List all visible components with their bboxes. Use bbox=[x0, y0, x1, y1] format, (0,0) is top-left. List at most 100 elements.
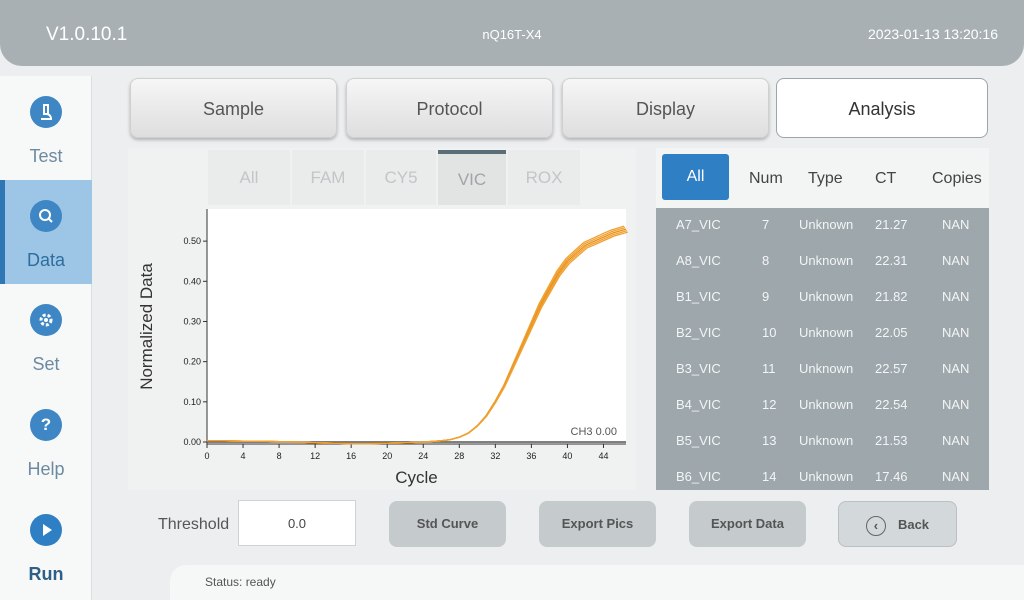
x-tick-label: 20 bbox=[382, 451, 392, 461]
tab-analysis[interactable]: Analysis bbox=[776, 78, 988, 138]
cell-num: 10 bbox=[762, 325, 777, 340]
x-tick-label: 16 bbox=[346, 451, 356, 461]
channel-tab-vic[interactable]: VIC bbox=[438, 150, 506, 205]
cell-copies: NAN bbox=[942, 253, 970, 268]
export-pics-button[interactable]: Export Pics bbox=[539, 501, 656, 547]
cell-type: Unknown bbox=[799, 217, 854, 232]
cell-type: Unknown bbox=[799, 253, 854, 268]
cell-name: B5_VIC bbox=[676, 433, 721, 448]
sidebar-item-label: Data bbox=[26, 250, 66, 270]
y-axis-label: Normalized Data bbox=[137, 263, 156, 390]
cell-type: Unknown bbox=[799, 397, 854, 412]
play-icon bbox=[30, 514, 62, 546]
tab-display[interactable]: Display bbox=[562, 78, 769, 138]
sidebar: Test Data Set ? Help Run bbox=[0, 76, 92, 600]
cell-num: 9 bbox=[762, 289, 770, 304]
x-axis-label: Cycle bbox=[395, 468, 438, 487]
table-row[interactable]: B3_VIC 11 Unknown 22.57 NAN bbox=[656, 352, 989, 388]
microscope-icon bbox=[30, 96, 62, 128]
cell-ct: 22.54 bbox=[875, 397, 908, 412]
cell-copies: NAN bbox=[942, 217, 970, 232]
cell-copies: NAN bbox=[942, 469, 970, 484]
table-row[interactable]: B4_VIC 12 Unknown 22.54 NAN bbox=[656, 388, 989, 424]
cell-name: B2_VIC bbox=[676, 325, 721, 340]
cell-name: A8_VIC bbox=[676, 253, 721, 268]
x-tick-label: 40 bbox=[562, 451, 572, 461]
y-tick-label: 0.40 bbox=[183, 276, 201, 286]
tab-sample[interactable]: Sample bbox=[130, 78, 337, 138]
sidebar-item-help[interactable]: ? Help bbox=[0, 389, 92, 493]
cell-copies: NAN bbox=[942, 289, 970, 304]
cell-ct: 21.82 bbox=[875, 289, 908, 304]
back-button[interactable]: ‹ Back bbox=[838, 501, 957, 547]
x-tick-label: 44 bbox=[598, 451, 608, 461]
cell-num: 8 bbox=[762, 253, 770, 268]
sidebar-item-set[interactable]: Set bbox=[0, 284, 92, 388]
select-all-button[interactable]: All bbox=[662, 154, 729, 200]
table-row[interactable]: B2_VIC 10 Unknown 22.05 NAN bbox=[656, 316, 989, 352]
cell-type: Unknown bbox=[799, 361, 854, 376]
cell-type: Unknown bbox=[799, 325, 854, 340]
column-header-type: Type bbox=[808, 170, 843, 187]
cell-num: 13 bbox=[762, 433, 777, 448]
table-row[interactable]: B5_VIC 13 Unknown 21.53 NAN bbox=[656, 424, 989, 460]
std-curve-button[interactable]: Std Curve bbox=[389, 501, 506, 547]
cell-copies: NAN bbox=[942, 433, 970, 448]
x-tick-label: 32 bbox=[490, 451, 500, 461]
channel-tab-cy5[interactable]: CY5 bbox=[366, 150, 436, 205]
question-icon: ? bbox=[30, 409, 62, 441]
y-tick-label: 0.10 bbox=[183, 397, 201, 407]
y-tick-label: 0.20 bbox=[183, 357, 201, 367]
cell-copies: NAN bbox=[942, 397, 970, 412]
channel-tab-rox[interactable]: ROX bbox=[508, 150, 580, 205]
cell-copies: NAN bbox=[942, 361, 970, 376]
cell-type: Unknown bbox=[799, 433, 854, 448]
column-header-ct: CT bbox=[875, 170, 897, 187]
cell-name: B1_VIC bbox=[676, 289, 721, 304]
sidebar-item-label: Test bbox=[29, 146, 63, 166]
sidebar-item-run[interactable]: Run bbox=[0, 494, 92, 598]
cell-name: B6_VIC bbox=[676, 469, 721, 484]
amplification-chart: 0.00 0.10 0.20 0.30 0.40 0.50 0 4 8 12 16 20 24 28 32 3… bbox=[137, 209, 628, 487]
table-row[interactable]: A8_VIC 8 Unknown 22.31 NAN bbox=[656, 244, 989, 280]
sidebar-item-label: Help bbox=[27, 459, 65, 479]
x-tick-label: 0 bbox=[204, 451, 209, 461]
x-tick-label: 8 bbox=[277, 451, 282, 461]
x-tick-label: 4 bbox=[241, 451, 246, 461]
tab-protocol[interactable]: Protocol bbox=[346, 78, 553, 138]
cell-ct: 22.57 bbox=[875, 361, 908, 376]
chevron-left-icon: ‹ bbox=[865, 515, 886, 536]
datetime: 2023-01-13 13:20:16 bbox=[868, 26, 998, 42]
column-header-copies: Copies bbox=[932, 170, 982, 187]
cell-type: Unknown bbox=[799, 289, 854, 304]
cell-ct: 22.31 bbox=[875, 253, 908, 268]
y-tick-label: 0.50 bbox=[183, 236, 201, 246]
y-tick-label: 0.30 bbox=[183, 316, 201, 326]
column-header-num: Num bbox=[749, 170, 783, 187]
x-tick-label: 28 bbox=[454, 451, 464, 461]
channel-tab-all[interactable]: All bbox=[208, 150, 290, 205]
cell-name: B3_VIC bbox=[676, 361, 721, 376]
status-bar: Status: ready bbox=[170, 565, 1024, 600]
results-table: A7_VIC 7 Unknown 21.27 NAN A8_VIC 8 Unknown 22.3… bbox=[656, 208, 989, 490]
cell-num: 7 bbox=[762, 217, 770, 232]
cell-ct: 21.27 bbox=[875, 217, 908, 232]
table-row[interactable]: A7_VIC 7 Unknown 21.27 NAN bbox=[656, 208, 989, 244]
cell-name: B4_VIC bbox=[676, 397, 721, 412]
threshold-input[interactable]: 0.0 bbox=[238, 500, 356, 546]
sidebar-item-data[interactable]: Data bbox=[0, 180, 92, 284]
export-data-button[interactable]: Export Data bbox=[689, 501, 806, 547]
cell-type: Unknown bbox=[799, 469, 854, 484]
cell-copies: NAN bbox=[942, 325, 970, 340]
sidebar-item-test[interactable]: Test bbox=[0, 76, 92, 180]
threshold-label: CH3 0.00 bbox=[571, 426, 617, 438]
x-tick-label: 36 bbox=[526, 451, 536, 461]
table-row[interactable]: B1_VIC 9 Unknown 21.82 NAN bbox=[656, 280, 989, 316]
x-tick-label: 24 bbox=[418, 451, 428, 461]
cell-ct: 22.05 bbox=[875, 325, 908, 340]
table-row[interactable]: B6_VIC 14 Unknown 17.46 NAN bbox=[656, 460, 989, 490]
cell-num: 12 bbox=[762, 397, 777, 412]
x-tick-label: 12 bbox=[310, 451, 320, 461]
cell-ct: 21.53 bbox=[875, 433, 908, 448]
channel-tab-fam[interactable]: FAM bbox=[292, 150, 364, 205]
